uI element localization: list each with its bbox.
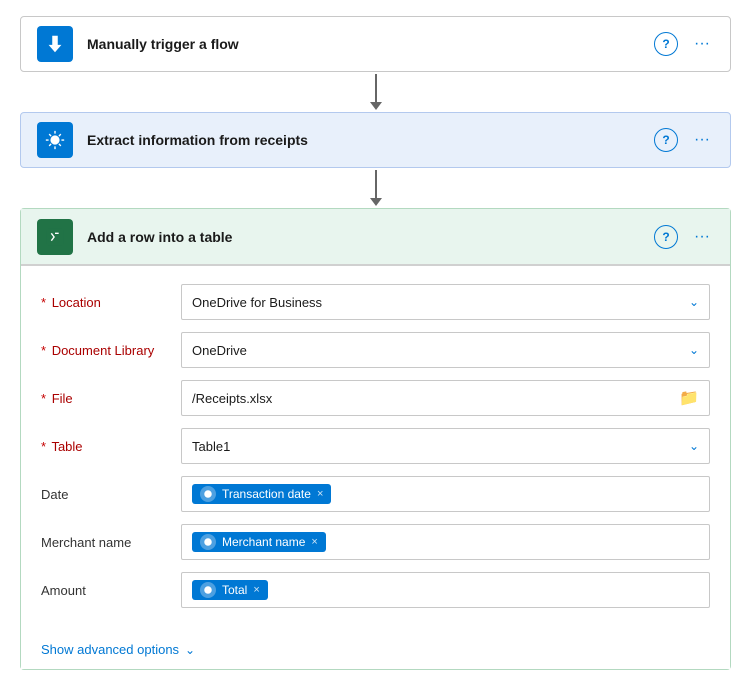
document-library-label: * Document Library <box>41 343 181 358</box>
date-token-label: Transaction date <box>222 487 311 501</box>
advanced-options-label: Show advanced options <box>41 642 179 657</box>
form-row-amount: Amount Total × <box>41 566 710 614</box>
trigger-actions: ? ··· <box>654 32 714 56</box>
trigger-title: Manually trigger a flow <box>87 36 654 52</box>
date-token: Transaction date × <box>192 484 331 504</box>
form-row-date: Date Transaction date × <box>41 470 710 518</box>
merchant-name-label: Merchant name <box>41 535 181 550</box>
arrow-head-1 <box>370 102 382 110</box>
form-row-location: * Location OneDrive for Business ⌄ <box>41 278 710 326</box>
trigger-step: Manually trigger a flow ? ··· <box>20 16 731 72</box>
location-dropdown-arrow: ⌄ <box>689 295 699 309</box>
document-library-dropdown-arrow: ⌄ <box>689 343 699 357</box>
arrow-line-2 <box>375 170 377 198</box>
date-token-icon <box>200 486 216 502</box>
file-picker[interactable]: /Receipts.xlsx 📁 <box>181 380 710 416</box>
amount-token-label: Total <box>222 583 247 597</box>
location-dropdown[interactable]: OneDrive for Business ⌄ <box>181 284 710 320</box>
document-library-value: OneDrive <box>192 343 247 358</box>
document-library-dropdown[interactable]: OneDrive ⌄ <box>181 332 710 368</box>
advanced-options[interactable]: Show advanced options ⌄ <box>21 630 730 669</box>
merchant-name-token-close[interactable]: × <box>311 536 317 548</box>
form-row-merchant-name: Merchant name Merchant name × <box>41 518 710 566</box>
amount-token-icon <box>200 582 216 598</box>
form-row-document-library: * Document Library OneDrive ⌄ <box>41 326 710 374</box>
merchant-name-token: Merchant name × <box>192 532 326 552</box>
amount-label: Amount <box>41 583 181 598</box>
excel-form-body: * Location OneDrive for Business ⌄ * Doc… <box>21 265 730 630</box>
excel-actions: ? ··· <box>654 225 714 249</box>
merchant-name-token-label: Merchant name <box>222 535 305 549</box>
merchant-name-input[interactable]: Merchant name × <box>181 524 710 560</box>
extract-actions: ? ··· <box>654 128 714 152</box>
extract-title: Extract information from receipts <box>87 132 654 148</box>
date-token-close[interactable]: × <box>317 488 323 500</box>
extract-help-button[interactable]: ? <box>654 128 678 152</box>
file-folder-icon: 📁 <box>679 388 699 408</box>
location-label: * Location <box>41 295 181 310</box>
excel-icon <box>37 219 73 255</box>
arrow-line-1 <box>375 74 377 102</box>
table-value: Table1 <box>192 439 230 454</box>
arrow-connector-2 <box>370 168 382 208</box>
date-label: Date <box>41 487 181 502</box>
merchant-name-token-icon <box>200 534 216 550</box>
location-value: OneDrive for Business <box>192 295 322 310</box>
file-label: * File <box>41 391 181 406</box>
trigger-more-button[interactable]: ··· <box>690 32 714 56</box>
flow-container: Manually trigger a flow ? ··· Extract in… <box>0 0 751 686</box>
amount-token: Total × <box>192 580 268 600</box>
file-value: /Receipts.xlsx <box>192 391 272 406</box>
excel-help-button[interactable]: ? <box>654 225 678 249</box>
date-input[interactable]: Transaction date × <box>181 476 710 512</box>
amount-input[interactable]: Total × <box>181 572 710 608</box>
excel-title: Add a row into a table <box>87 229 654 245</box>
table-label: * Table <box>41 439 181 454</box>
arrow-head-2 <box>370 198 382 206</box>
amount-token-close[interactable]: × <box>253 584 259 596</box>
table-dropdown-arrow: ⌄ <box>689 439 699 453</box>
excel-step: Add a row into a table ? ··· * Location … <box>20 208 731 670</box>
excel-step-header: Add a row into a table ? ··· <box>21 209 730 265</box>
ai-icon <box>37 122 73 158</box>
trigger-icon <box>37 26 73 62</box>
excel-more-button[interactable]: ··· <box>690 225 714 249</box>
advanced-options-chevron: ⌄ <box>185 643 195 657</box>
extract-step: Extract information from receipts ? ··· <box>20 112 731 168</box>
trigger-help-button[interactable]: ? <box>654 32 678 56</box>
form-row-file: * File /Receipts.xlsx 📁 <box>41 374 710 422</box>
extract-more-button[interactable]: ··· <box>690 128 714 152</box>
table-dropdown[interactable]: Table1 ⌄ <box>181 428 710 464</box>
arrow-connector-1 <box>370 72 382 112</box>
form-row-table: * Table Table1 ⌄ <box>41 422 710 470</box>
